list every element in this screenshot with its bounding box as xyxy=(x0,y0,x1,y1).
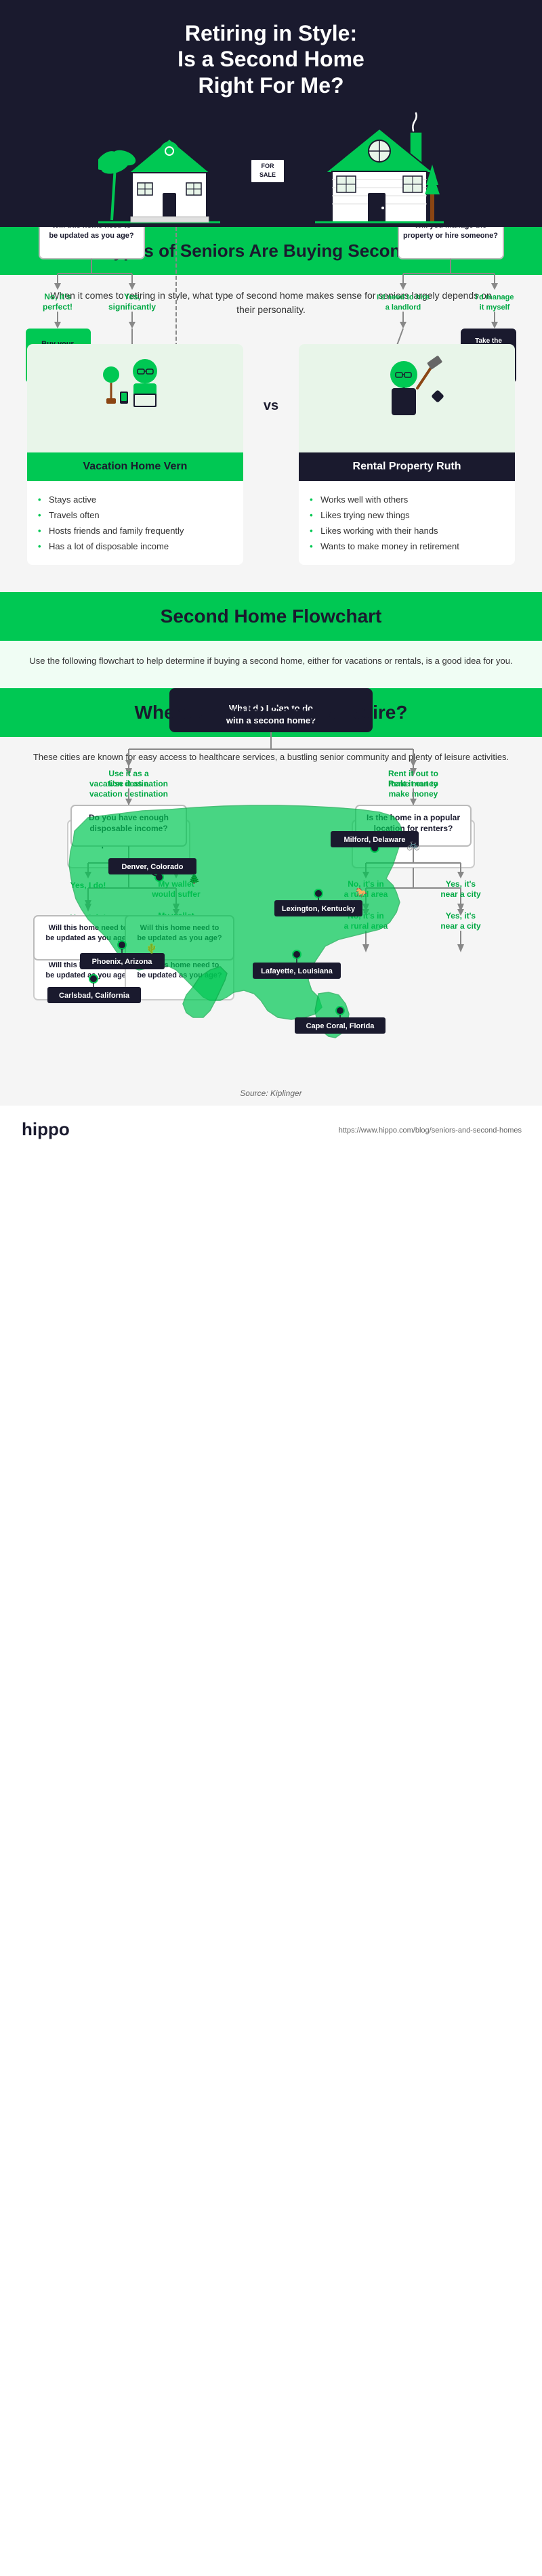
header-section: Retiring in Style: Is a Second Home Righ… xyxy=(0,0,542,227)
vern-trait-2: Travels often xyxy=(38,507,232,523)
vern-card: Vacation Home Vern Stays active Travels … xyxy=(27,344,243,565)
vern-avatar xyxy=(27,344,243,452)
ruth-trait-4: Wants to make money in retirement xyxy=(310,539,504,554)
ruth-card: Rental Property Ruth Works well with oth… xyxy=(299,344,515,565)
vern-illustration xyxy=(101,354,169,442)
page-title: Retiring in Style: Is a Second Home Righ… xyxy=(14,20,528,98)
map-intro: These cities are known for easy access t… xyxy=(27,751,515,764)
map-heading: Where Should Seniors Retire? xyxy=(14,702,528,723)
vern-trait-3: Hosts friends and family frequently xyxy=(38,523,232,539)
source-section: Source: Kiplinger xyxy=(0,1082,542,1105)
brand-logo: hippo xyxy=(20,1116,88,1145)
ruth-trait-2: Likes trying new things xyxy=(310,507,504,523)
svg-text:hippo: hippo xyxy=(22,1119,70,1139)
svg-text:SALE: SALE xyxy=(259,171,276,178)
svg-text:Cape Coral, Florida: Cape Coral, Florida xyxy=(306,1022,375,1030)
svg-text:Milford, Delaware: Milford, Delaware xyxy=(343,836,405,844)
svg-text:🌲: 🌲 xyxy=(188,873,200,885)
svg-text:Yes,: Yes, xyxy=(124,292,140,301)
vern-traits: Stays active Travels often Hosts friends… xyxy=(27,481,243,565)
svg-text:be updated as you age?: be updated as you age? xyxy=(49,232,134,240)
beach-house-icon xyxy=(98,112,220,227)
svg-text:🐎: 🐎 xyxy=(356,887,368,898)
svg-text:property or hire someone?: property or hire someone? xyxy=(403,232,498,240)
ruth-traits: Works well with others Likes trying new … xyxy=(299,481,515,565)
hippo-logo: hippo xyxy=(20,1116,88,1140)
svg-text:I'd need to hire: I'd need to hire xyxy=(377,293,430,301)
footer: hippo https://www.hippo.com/blog/seniors… xyxy=(0,1105,542,1156)
svg-text:Denver, Colorado: Denver, Colorado xyxy=(121,863,183,871)
vern-name: Vacation Home Vern xyxy=(27,452,243,481)
for-sale-sign-icon: FOR SALE xyxy=(247,146,288,227)
footer-url: https://www.hippo.com/blog/seniors-and-s… xyxy=(339,1126,522,1135)
svg-text:perfect!: perfect! xyxy=(43,302,72,312)
us-map-svg: Denver, Colorado Phoenix, Arizona Carlsb… xyxy=(27,777,515,1061)
header-illustrations: FOR SALE xyxy=(14,112,528,227)
svg-text:FOR: FOR xyxy=(262,163,274,169)
svg-text:Take the: Take the xyxy=(475,337,502,345)
svg-text:I'd manage: I'd manage xyxy=(475,293,514,301)
svg-text:Lexington, Kentucky: Lexington, Kentucky xyxy=(282,905,356,913)
ruth-trait-1: Works well with others xyxy=(310,492,504,507)
map-section: These cities are known for easy access t… xyxy=(0,737,542,1082)
svg-text:Carlsbad, California: Carlsbad, California xyxy=(59,992,130,1000)
svg-text:No, it's: No, it's xyxy=(44,292,71,301)
svg-text:Lafayette, Louisiana: Lafayette, Louisiana xyxy=(261,967,333,975)
vern-trait-1: Stays active xyxy=(38,492,232,507)
svg-text:significantly: significantly xyxy=(108,302,156,312)
cabin-house-icon xyxy=(315,112,444,227)
svg-text:🚲: 🚲 xyxy=(406,839,420,851)
svg-text:🌵: 🌵 xyxy=(146,943,157,954)
ruth-name: Rental Property Ruth xyxy=(299,452,515,481)
ruth-illustration xyxy=(367,354,448,442)
ruth-avatar xyxy=(299,344,515,452)
svg-text:Phoenix, Arizona: Phoenix, Arizona xyxy=(92,958,153,966)
source-text: Source: Kiplinger xyxy=(27,1089,515,1098)
vs-label: vs xyxy=(257,344,285,414)
ruth-trait-3: Likes working with their hands xyxy=(310,523,504,539)
svg-text:it myself: it myself xyxy=(480,303,510,312)
flowchart-intro: Use the following flowchart to help dete… xyxy=(20,654,522,668)
vern-trait-4: Has a lot of disposable income xyxy=(38,539,232,554)
us-map-container: Denver, Colorado Phoenix, Arizona Carlsb… xyxy=(27,777,515,1061)
svg-text:a landlord: a landlord xyxy=(385,303,421,312)
